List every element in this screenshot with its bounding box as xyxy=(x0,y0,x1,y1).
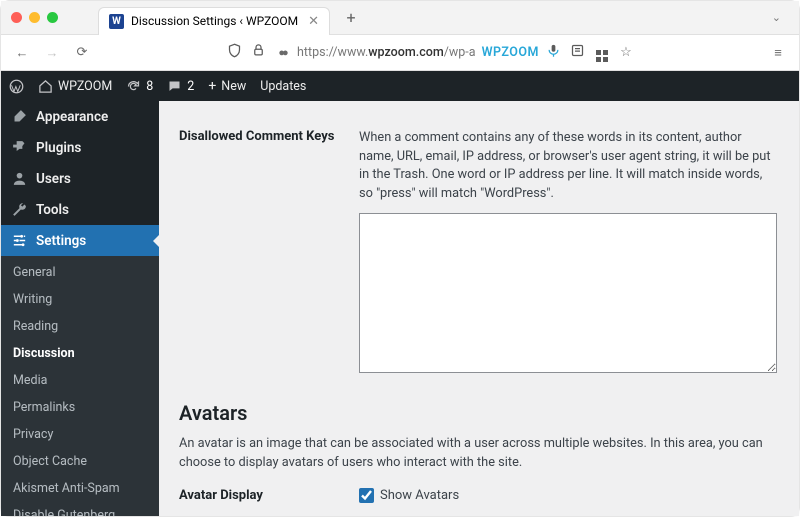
sub-item-permalinks[interactable]: Permalinks xyxy=(1,394,159,421)
sub-item-disable-gutenberg[interactable]: Disable Gutenberg xyxy=(1,502,159,516)
sub-item-writing[interactable]: Writing xyxy=(1,286,159,313)
comments-link[interactable]: 2 xyxy=(167,79,194,94)
disallowed-keys-label: Disallowed Comment Keys xyxy=(179,129,339,377)
wp-admin-bar: WPZOOM 8 2 + New Updates xyxy=(1,71,799,101)
back-button[interactable]: ← xyxy=(13,45,31,61)
window-zoom-button[interactable] xyxy=(47,12,58,23)
sidebar-item-appearance[interactable]: Appearance xyxy=(1,101,159,132)
home-icon xyxy=(38,79,53,94)
user-icon xyxy=(11,170,28,187)
window-minimize-button[interactable] xyxy=(29,12,40,23)
browser-tabbar: W Discussion Settings ‹ WPZOOM ✕ + ⌄ xyxy=(1,1,799,35)
disallowed-keys-textarea[interactable] xyxy=(359,213,777,373)
sidebar-item-settings[interactable]: Settings xyxy=(1,225,159,256)
updates-page-label: Updates xyxy=(260,79,306,94)
avatar-display-row: Avatar Display Show Avatars xyxy=(179,488,777,503)
sidebar-item-label: Appearance xyxy=(36,109,108,125)
sliders-icon xyxy=(11,232,28,249)
sub-item-general[interactable]: General xyxy=(1,259,159,286)
sidebar-item-label: Users xyxy=(36,171,71,187)
updates-count: 8 xyxy=(146,79,153,94)
show-avatars-checkbox[interactable] xyxy=(359,488,374,503)
brush-icon xyxy=(11,108,28,125)
reader-mode-icon[interactable] xyxy=(569,43,587,62)
browser-toolbar: ← → ⟳ ●● https://www.wpzoom.com/wp-a WPZ… xyxy=(1,35,799,71)
disallowed-keys-row: Disallowed Comment Keys When a comment c… xyxy=(179,129,777,377)
forward-button[interactable]: → xyxy=(43,45,61,61)
brand-badge: WPZOOM xyxy=(482,45,539,60)
sidebar-item-label: Plugins xyxy=(36,140,81,156)
sub-item-object-cache[interactable]: Object Cache xyxy=(1,448,159,475)
reload-button[interactable]: ⟳ xyxy=(73,45,91,60)
new-label: New xyxy=(221,79,246,94)
lock-icon xyxy=(249,43,267,62)
new-content-link[interactable]: + New xyxy=(208,78,246,94)
bookmark-icon[interactable]: ☆ xyxy=(617,45,635,60)
tab-favicon: W xyxy=(109,14,124,29)
window-controls xyxy=(11,12,58,23)
avatar-display-label: Avatar Display xyxy=(179,488,339,503)
tab-close-button[interactable]: ✕ xyxy=(308,14,319,29)
sidebar-item-tools[interactable]: Tools xyxy=(1,194,159,225)
permissions-icon: ●● xyxy=(273,46,291,59)
admin-sidebar: Appearance Plugins Users Tools Settings … xyxy=(1,101,159,516)
sub-item-discussion[interactable]: Discussion xyxy=(1,340,159,367)
comment-icon xyxy=(167,79,182,94)
plugin-icon xyxy=(11,139,28,156)
sub-item-privacy[interactable]: Privacy xyxy=(1,421,159,448)
site-name-link[interactable]: WPZOOM xyxy=(38,79,112,94)
wordpress-icon xyxy=(9,79,24,94)
plus-icon: + xyxy=(208,78,216,94)
comments-count: 2 xyxy=(187,79,194,94)
sub-item-media[interactable]: Media xyxy=(1,367,159,394)
refresh-icon xyxy=(126,79,141,94)
updates-page-link[interactable]: Updates xyxy=(260,79,306,94)
tab-title: Discussion Settings ‹ WPZOOM xyxy=(131,14,298,28)
shield-icon xyxy=(225,43,243,62)
apps-icon[interactable] xyxy=(593,44,611,62)
site-name-label: WPZOOM xyxy=(58,79,112,94)
avatars-heading: Avatars xyxy=(179,401,777,425)
new-tab-button[interactable]: + xyxy=(340,8,362,27)
url-text: https://www.wpzoom.com/wp-a xyxy=(297,45,476,60)
avatars-description: An avatar is an image that can be associ… xyxy=(179,435,777,472)
updates-link[interactable]: 8 xyxy=(126,79,153,94)
sidebar-item-label: Tools xyxy=(36,202,69,218)
window-close-button[interactable] xyxy=(11,12,22,23)
show-avatars-option[interactable]: Show Avatars xyxy=(359,488,777,503)
sidebar-item-users[interactable]: Users xyxy=(1,163,159,194)
sub-item-reading[interactable]: Reading xyxy=(1,313,159,340)
wrench-icon xyxy=(11,201,28,218)
show-avatars-label: Show Avatars xyxy=(380,488,459,503)
tab-list-button[interactable]: ⌄ xyxy=(772,11,789,24)
browser-tab[interactable]: W Discussion Settings ‹ WPZOOM ✕ xyxy=(98,7,330,35)
address-bar[interactable]: ●● https://www.wpzoom.com/wp-a WPZOOM ☆ xyxy=(103,43,757,62)
sidebar-item-plugins[interactable]: Plugins xyxy=(1,132,159,163)
sidebar-item-label: Settings xyxy=(36,233,86,249)
sub-item-akismet[interactable]: Akismet Anti-Spam xyxy=(1,475,159,502)
browser-menu-button[interactable]: ≡ xyxy=(769,45,787,61)
settings-submenu: General Writing Reading Discussion Media… xyxy=(1,256,159,516)
microphone-icon xyxy=(545,43,563,62)
settings-content: Disallowed Comment Keys When a comment c… xyxy=(159,101,799,516)
disallowed-keys-description: When a comment contains any of these wor… xyxy=(359,129,777,203)
wp-logo-button[interactable] xyxy=(9,79,24,94)
